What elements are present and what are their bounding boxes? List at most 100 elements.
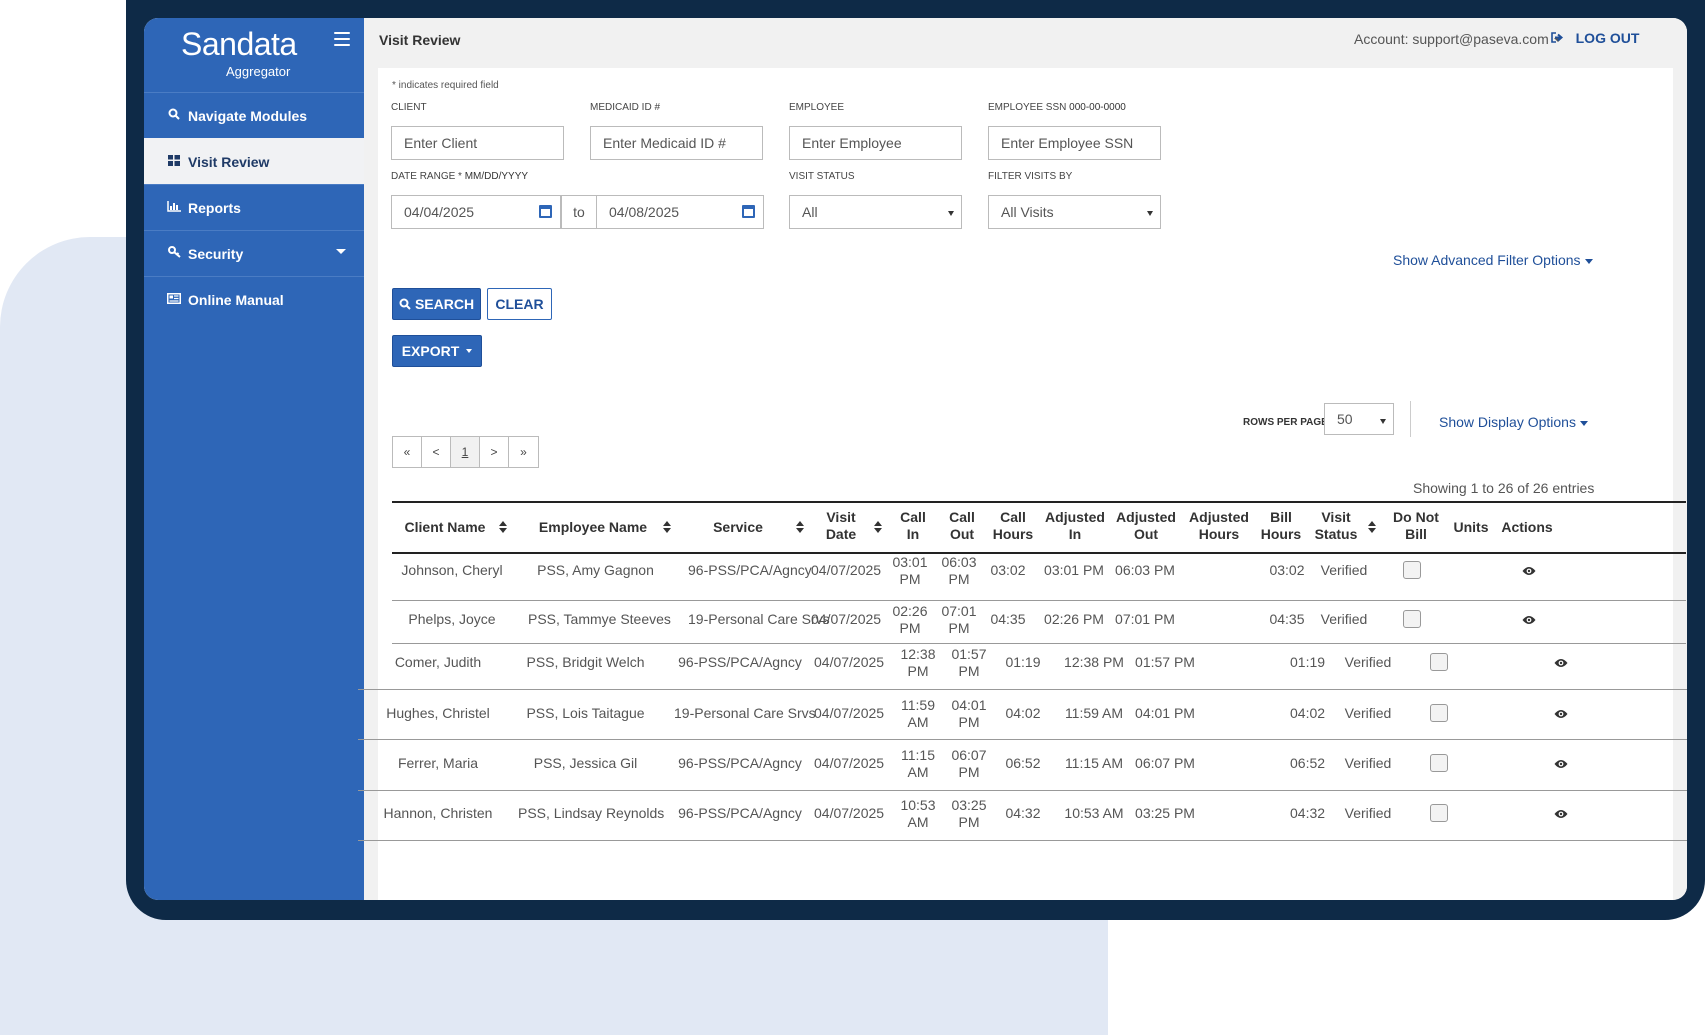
col-client-name[interactable]: Client Name	[394, 519, 496, 536]
header-label: Out	[1133, 526, 1159, 542]
eye-icon[interactable]	[1522, 615, 1536, 625]
filter-visits-select[interactable]: All Visits	[988, 195, 1161, 229]
sort-icon[interactable]	[796, 521, 804, 533]
next-page-button[interactable]: >	[480, 437, 509, 467]
visit-status-value: All	[802, 204, 818, 220]
col-adjusted-out: Adjusted Out	[1113, 509, 1179, 543]
cell-service: 96-PSS/PCA/Agncy	[678, 805, 802, 821]
clear-button[interactable]: CLEAR	[487, 288, 552, 320]
do-not-bill-checkbox[interactable]	[1430, 804, 1448, 822]
do-not-bill-checkbox[interactable]	[1430, 754, 1448, 772]
client-input[interactable]	[391, 126, 564, 160]
search-button-label: SEARCH	[414, 296, 475, 312]
col-service[interactable]: Service	[698, 519, 778, 536]
eye-icon[interactable]	[1522, 566, 1536, 576]
cell-adjusted-in: 12:38 PM	[1064, 654, 1124, 670]
col-visit-date[interactable]: Visit Date	[816, 509, 866, 543]
first-page-button[interactable]: «	[393, 437, 422, 467]
eye-icon[interactable]	[1554, 658, 1568, 668]
cell-call-hours: 01:19	[1005, 654, 1041, 670]
cell-adjusted-out: 04:01 PM	[1135, 705, 1195, 721]
ssn-label: EMPLOYEE SSN 000-00-0000	[988, 102, 1126, 113]
date-to-field[interactable]: 04/08/2025	[596, 195, 764, 229]
cell-visit-date: 04/07/2025	[811, 611, 882, 627]
sort-icon[interactable]	[1368, 521, 1376, 533]
cell-visit-date: 04/07/2025	[814, 805, 885, 821]
do-not-bill-checkbox[interactable]	[1403, 610, 1421, 628]
sidebar: Sandata Aggregator Navigate Modules Visi…	[144, 18, 364, 900]
cell-call-in: 02:26 PM	[888, 603, 932, 637]
header-label: Adjusted	[1045, 509, 1105, 525]
client-label: CLIENT	[391, 102, 427, 113]
cell-text: 10:53	[900, 797, 936, 813]
header-label: Hours	[1260, 526, 1302, 542]
col-call-out: Call Out	[940, 509, 984, 543]
row-divider	[392, 600, 1686, 601]
sort-icon[interactable]	[499, 521, 507, 533]
sidebar-item-label: Security	[188, 245, 244, 262]
cell-call-in: 03:01 PM	[888, 554, 932, 588]
sort-icon[interactable]	[874, 521, 882, 533]
grid-icon	[166, 154, 182, 169]
date-from-field[interactable]: 04/04/2025	[391, 195, 561, 229]
col-visit-status[interactable]: Visit Status	[1310, 509, 1362, 543]
sidebar-item-reports[interactable]: Reports	[144, 184, 364, 230]
filter-panel: * indicates required field CLIENT MEDICA…	[358, 68, 1687, 900]
sidebar-item-label: Visit Review	[188, 153, 270, 170]
sidebar-item-online-manual[interactable]: Online Manual	[144, 276, 364, 322]
top-bar: Visit Review Account: support@paseva.com…	[364, 18, 1687, 68]
do-not-bill-checkbox[interactable]	[1430, 704, 1448, 722]
export-button-label: EXPORT	[401, 343, 460, 359]
header-label: Visit	[1321, 509, 1351, 525]
key-icon	[166, 246, 182, 261]
cell-employee-name: PSS, Jessica Gil	[533, 755, 638, 771]
eye-icon[interactable]	[1554, 709, 1568, 719]
cell-employee-name: PSS, Amy Gagnon	[537, 562, 654, 578]
logout-button[interactable]: LOG OUT	[1551, 30, 1639, 46]
sidebar-nav: Navigate Modules Visit Review Reports Se…	[144, 92, 364, 322]
display-options-toggle[interactable]: Show Display Options	[1439, 414, 1588, 430]
ssn-input[interactable]	[988, 126, 1161, 160]
visit-status-select[interactable]: All	[789, 195, 962, 229]
cell-call-out: 06:03 PM	[937, 554, 981, 588]
rows-per-page-select[interactable]: 50	[1324, 403, 1394, 435]
col-bill-hours: Bill Hours	[1258, 509, 1304, 543]
do-not-bill-checkbox[interactable]	[1403, 561, 1421, 579]
sidebar-item-navigate-modules[interactable]: Navigate Modules	[144, 92, 364, 138]
logo: Sandata Aggregator	[181, 26, 297, 79]
cell-client-name: Comer, Judith	[394, 654, 482, 670]
header-label: In	[906, 526, 920, 542]
eye-icon[interactable]	[1554, 809, 1568, 819]
col-employee-name[interactable]: Employee Name	[528, 519, 658, 536]
calendar-icon[interactable]	[539, 205, 552, 218]
sort-icon[interactable]	[663, 521, 671, 533]
export-button[interactable]: EXPORT	[392, 335, 482, 367]
header-label: Adjusted	[1116, 509, 1176, 525]
header-label: Adjusted	[1189, 509, 1249, 525]
sidebar-item-visit-review[interactable]: Visit Review	[144, 138, 364, 184]
cell-adjusted-out: 06:07 PM	[1135, 755, 1195, 771]
cell-service: 96-PSS/PCA/Agncy	[678, 755, 802, 771]
cell-adjusted-out: 07:01 PM	[1115, 611, 1175, 627]
rows-per-page-value: 50	[1337, 411, 1353, 427]
prev-page-button[interactable]: <	[422, 437, 451, 467]
employee-input[interactable]	[789, 126, 962, 160]
medicaid-input[interactable]	[590, 126, 763, 160]
search-button[interactable]: SEARCH	[392, 288, 481, 320]
cell-visit-status: Verified	[1344, 805, 1392, 821]
advanced-filter-toggle[interactable]: Show Advanced Filter Options	[1393, 252, 1593, 268]
header-label: Call	[1000, 509, 1026, 525]
header-label: Units	[1453, 519, 1489, 535]
last-page-button[interactable]: »	[509, 437, 538, 467]
account-menu[interactable]: Account: support@paseva.com	[1354, 31, 1562, 47]
sidebar-item-security[interactable]: Security	[144, 230, 364, 276]
cell-text: PM	[958, 814, 980, 830]
menu-toggle-icon[interactable]	[334, 32, 350, 46]
eye-icon[interactable]	[1554, 759, 1568, 769]
caret-down-icon	[466, 349, 473, 353]
calendar-icon[interactable]	[742, 205, 755, 218]
page-1-button[interactable]: 1	[451, 437, 480, 467]
do-not-bill-checkbox[interactable]	[1430, 653, 1448, 671]
cell-text: PM	[948, 571, 970, 587]
cell-bill-hours: 04:35	[1269, 611, 1305, 627]
